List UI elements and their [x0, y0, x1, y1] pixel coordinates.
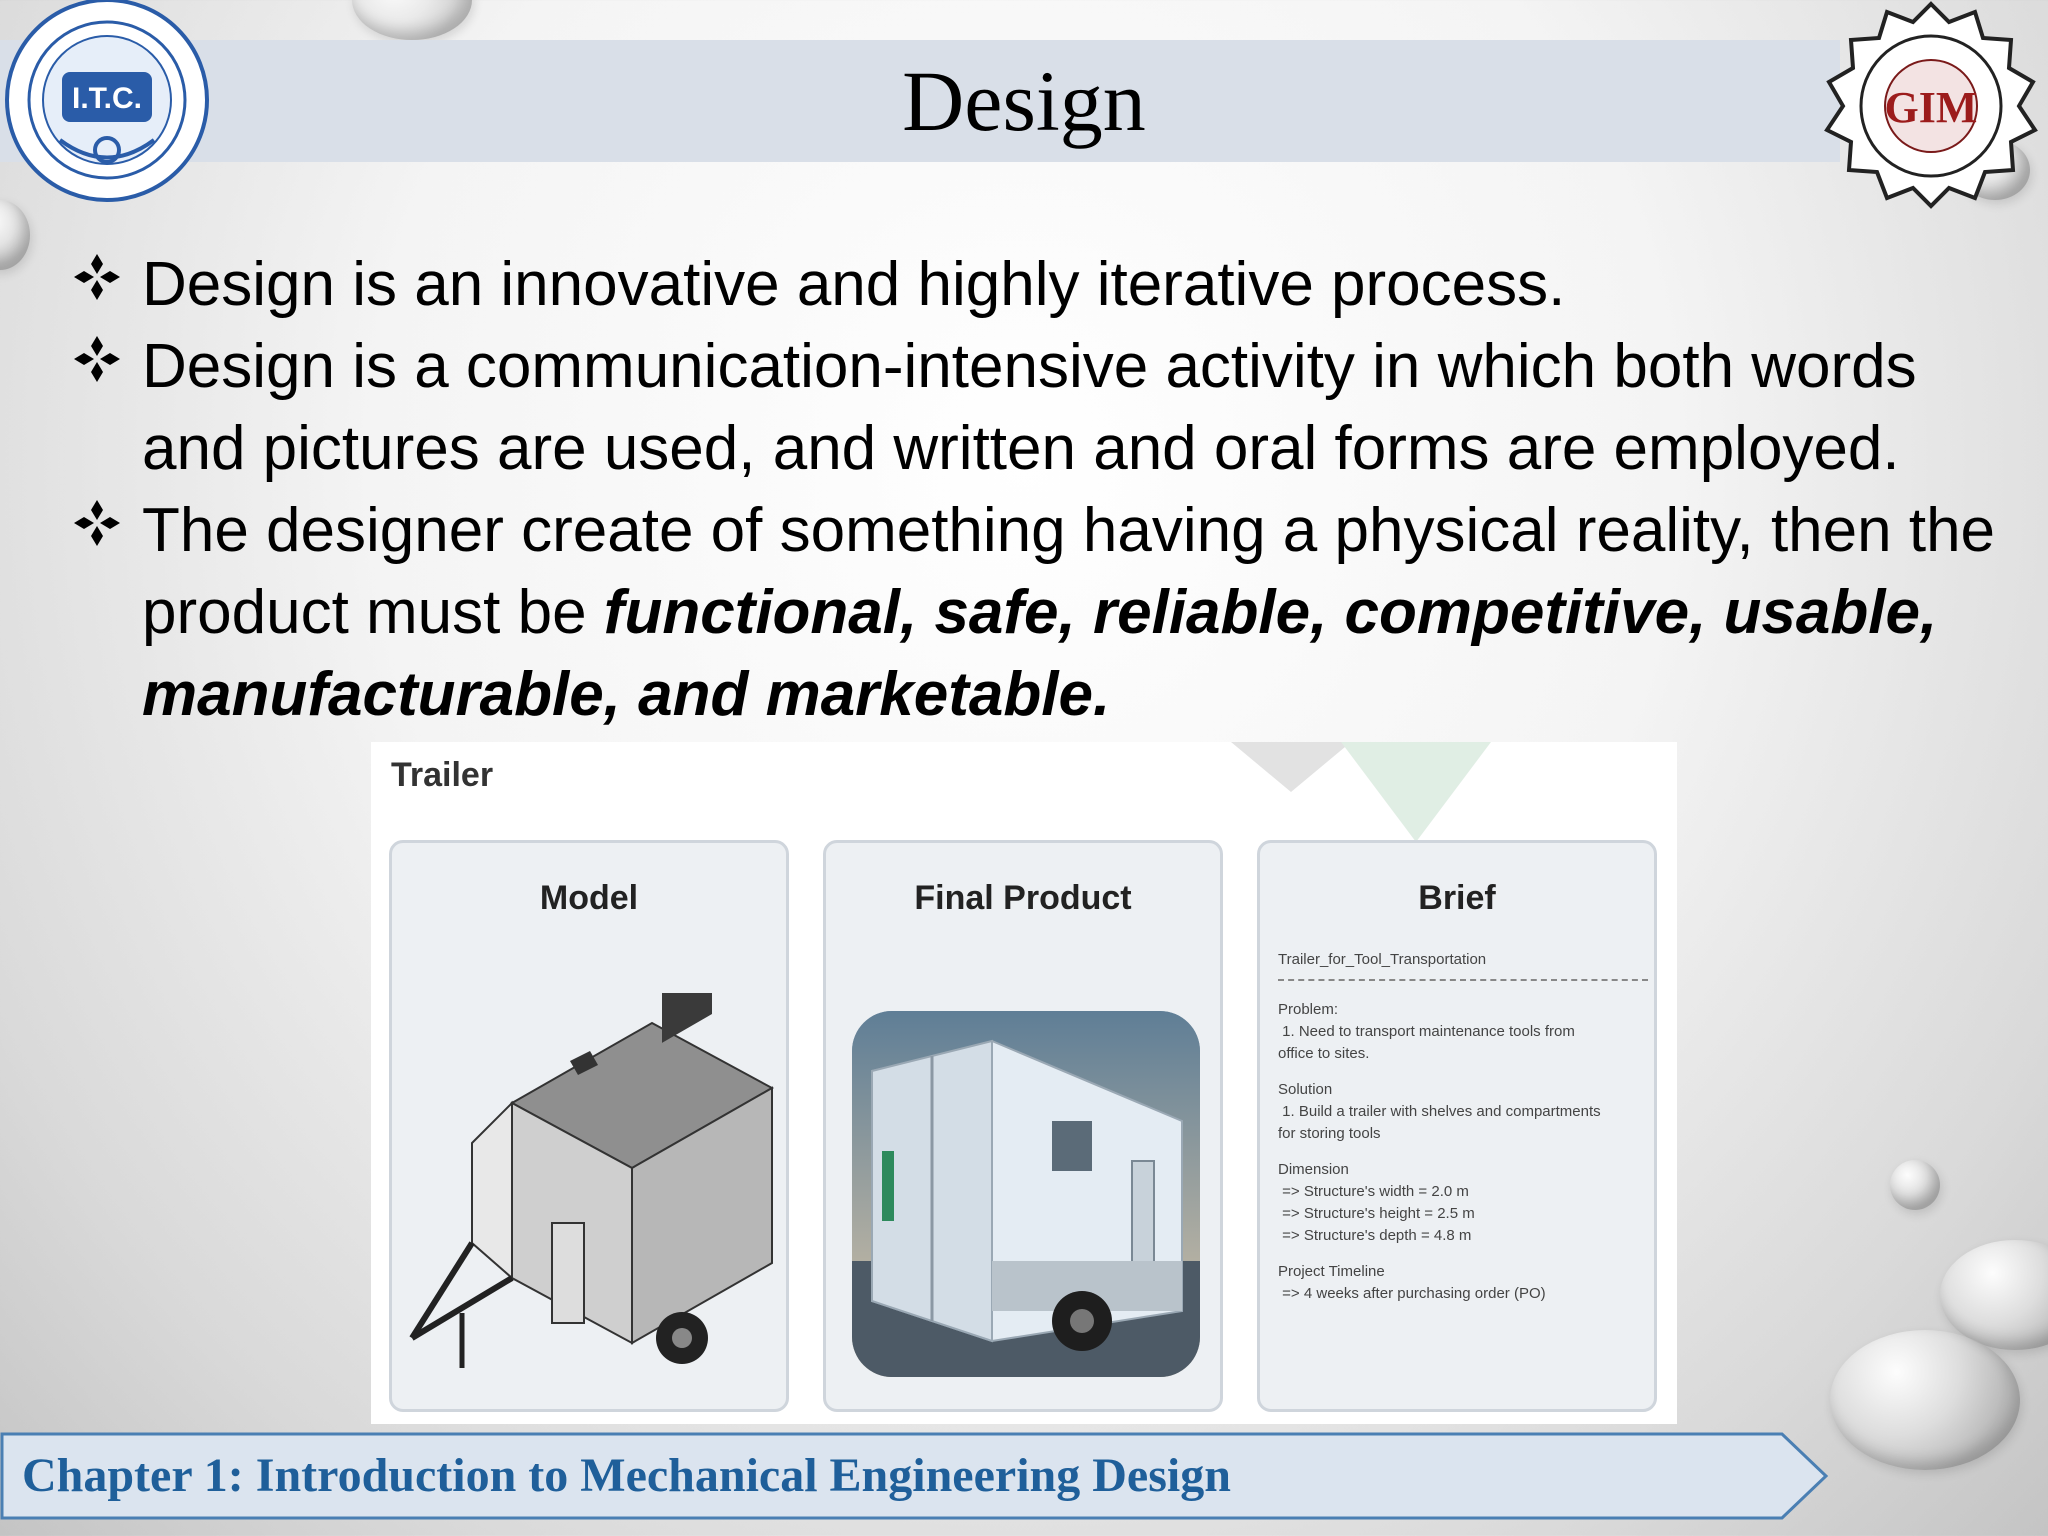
final-product-card: Final Product: [823, 840, 1223, 1412]
trailer-figure-panel: Trailer Model Final Product Brief Traile…: [371, 742, 1677, 1424]
brief-section-heading: Project Timeline: [1278, 1263, 1385, 1280]
brief-section-heading: Solution: [1278, 1081, 1333, 1098]
brief-section-heading: Problem:: [1278, 1001, 1339, 1018]
brief-line: 1. Build a trailer with shelves and comp…: [1278, 1103, 1601, 1120]
trailer-cad-model-image: [409, 993, 775, 1368]
chapter-footer: Chapter 1: Introduction to Mechanical En…: [22, 1449, 1231, 1502]
brief-line: 1. Need to transport maintenance tools f…: [1278, 1023, 1575, 1040]
brief-line: office to sites.: [1278, 1045, 1370, 1062]
brief-section-heading: Dimension: [1278, 1161, 1349, 1178]
svg-text:GIM: GIM: [1885, 83, 1978, 132]
four-diamond-bullet-icon: [74, 500, 120, 546]
model-card: Model: [389, 840, 789, 1412]
gim-gear-logo: GIM: [1824, 1, 2038, 209]
brief-text: Trailer_for_Tool_Transportation Problem:…: [1278, 949, 1648, 1319]
bullet-item: The designer create of something having …: [68, 490, 1998, 736]
bullet-item: Design is an innovative and highly itera…: [68, 244, 1998, 326]
water-droplet-decoration: [1830, 1330, 2020, 1470]
four-diamond-bullet-icon: [74, 254, 120, 300]
water-droplet-decoration: [0, 200, 30, 270]
card-title: Model: [539, 879, 639, 917]
water-droplet-decoration: [352, 0, 472, 40]
figure-heading: Trailer: [391, 756, 494, 794]
water-droplet-decoration: [1890, 1160, 1940, 1210]
brief-project-name: Trailer_for_Tool_Transportation: [1278, 949, 1648, 981]
brief-line: => Structure's height = 2.5 m: [1278, 1205, 1475, 1222]
brief-section: Problem: 1. Need to transport maintenanc…: [1278, 999, 1648, 1065]
brief-line: => Structure's depth = 4.8 m: [1278, 1227, 1472, 1244]
itc-institute-logo: I.T.C.: [5, 0, 209, 202]
bullet-text: Design is a communication-intensive acti…: [142, 332, 1917, 483]
brief-section: Dimension => Structure's width = 2.0 m =…: [1278, 1159, 1648, 1247]
brief-line: for storing tools: [1278, 1125, 1381, 1142]
card-title: Brief: [1418, 879, 1496, 917]
bullet-item: Design is a communication-intensive acti…: [68, 326, 1998, 490]
brief-line: => 4 weeks after purchasing order (PO): [1278, 1285, 1546, 1302]
brief-section: Project Timeline => 4 weeks after purcha…: [1278, 1261, 1648, 1305]
bullet-list: Design is an innovative and highly itera…: [68, 244, 1998, 736]
bullet-text: Design is an innovative and highly itera…: [142, 250, 1566, 319]
four-diamond-bullet-icon: [74, 336, 120, 382]
card-title: Final Product: [914, 879, 1132, 917]
slide-title: Design: [902, 53, 1146, 149]
chevron-decoration: [1231, 742, 1491, 842]
svg-text:I.T.C.: I.T.C.: [72, 82, 142, 115]
brief-line: => Structure's width = 2.0 m: [1278, 1183, 1469, 1200]
brief-section: Solution 1. Build a trailer with shelves…: [1278, 1079, 1648, 1145]
trailer-final-product-photo: [852, 1011, 1200, 1377]
brief-card: Brief Trailer_for_Tool_Transportation Pr…: [1257, 840, 1657, 1412]
